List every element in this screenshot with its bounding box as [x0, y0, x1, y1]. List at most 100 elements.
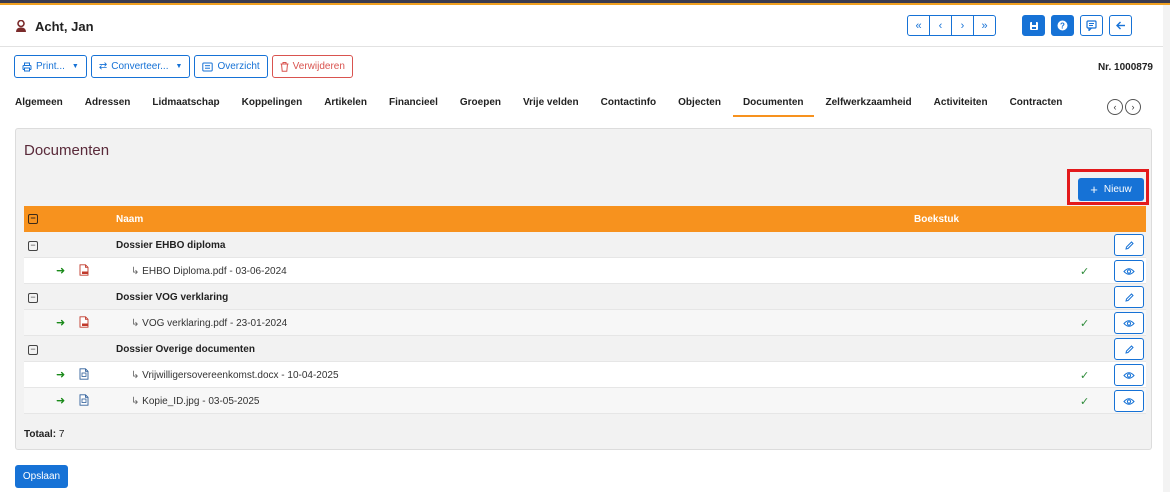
last-record-button[interactable]: » — [973, 15, 996, 36]
page-scrollbar[interactable] — [1163, 5, 1170, 492]
new-document-button[interactable]: + Nieuw — [1078, 178, 1144, 201]
printer-icon — [22, 62, 32, 71]
view-document-button[interactable] — [1114, 390, 1144, 412]
column-header-naam[interactable]: Naam — [116, 214, 143, 225]
document-name[interactable]: ↳ Vrijwilligersovereenkomst.docx - 10-04… — [131, 370, 339, 381]
jpg-file-icon — [79, 394, 89, 409]
docx-file-icon — [79, 368, 89, 383]
delete-label: Verwijderen — [292, 61, 345, 72]
document-row: ➜ ↳ EHBO Diploma.pdf - 03-06-2024 ✓ — [24, 258, 1146, 284]
documents-panel: Documenten + Nieuw − Naam Boekstuk − Doss… — [15, 128, 1152, 450]
total-label: Totaal: — [24, 429, 57, 440]
child-arrow-icon: ↳ — [131, 370, 143, 381]
swap-icon: ⇄ — [98, 61, 108, 72]
edit-dossier-button[interactable] — [1114, 286, 1144, 308]
overview-button[interactable]: Overzicht — [194, 55, 268, 78]
dossier-title: Dossier VOG verklaring — [116, 292, 229, 303]
comment-button[interactable] — [1080, 15, 1103, 36]
arrow-right-icon[interactable]: ➜ — [56, 394, 65, 407]
next-record-button[interactable]: › — [951, 15, 974, 36]
document-label: Vrijwilligersovereenkomst.docx - 10-04-2… — [142, 370, 339, 381]
total-value: 7 — [58, 429, 65, 440]
convert-button[interactable]: ⇄ Converteer... ▼ — [90, 55, 191, 78]
collapse-dossier-toggle[interactable]: − — [28, 291, 38, 303]
help-button[interactable]: ? — [1051, 15, 1074, 36]
page: Acht, Jan « ‹ › » ? Print... ▼ ⇄ Convert… — [0, 5, 1163, 492]
tab-groepen[interactable]: Groepen — [460, 93, 501, 117]
dossier-row: − Dossier EHBO diploma — [24, 232, 1146, 258]
tab-documenten[interactable]: Documenten — [732, 93, 814, 117]
collapse-all-toggle[interactable]: − — [28, 213, 38, 224]
comment-icon — [1086, 20, 1097, 31]
minus-square-icon: − — [28, 213, 38, 224]
delete-button[interactable]: Verwijderen — [271, 55, 353, 78]
edit-dossier-button[interactable] — [1114, 338, 1144, 360]
document-label: Kopie_ID.jpg - 03-05-2025 — [142, 396, 260, 407]
back-button[interactable] — [1109, 15, 1132, 36]
tab-scroll-arrows: ‹ › — [1107, 99, 1141, 115]
tab-zelfwerkzaamheid[interactable]: Zelfwerkzaamheid — [826, 93, 912, 117]
check-icon: ✓ — [1080, 396, 1090, 408]
header-actions: ? — [1016, 15, 1132, 36]
column-header-boekstuk[interactable]: Boekstuk — [914, 214, 959, 225]
save-icon — [1029, 21, 1038, 30]
tab-lidmaatschap[interactable]: Lidmaatschap — [152, 93, 219, 117]
edit-dossier-button[interactable] — [1114, 234, 1144, 256]
view-document-button[interactable] — [1114, 312, 1144, 334]
print-button[interactable]: Print... ▼ — [14, 55, 87, 78]
table-header: − Naam Boekstuk — [24, 206, 1146, 232]
user-icon — [15, 20, 27, 33]
document-name[interactable]: ↳ VOG verklaring.pdf - 23-01-2024 — [131, 318, 287, 329]
tab-algemeen[interactable]: Algemeen — [15, 93, 63, 117]
arrow-right-icon[interactable]: ➜ — [56, 368, 65, 381]
pencil-icon — [1124, 344, 1135, 355]
dossier-row: − Dossier VOG verklaring — [24, 284, 1146, 310]
tab-adressen[interactable]: Adressen — [85, 93, 131, 117]
minus-square-icon: − — [28, 344, 38, 355]
tab-scroll-right-button[interactable]: › — [1125, 99, 1141, 115]
pencil-icon — [1124, 240, 1135, 251]
minus-square-icon: − — [28, 292, 38, 303]
previous-record-button[interactable]: ‹ — [929, 15, 952, 36]
new-label: Nieuw — [1103, 184, 1132, 195]
check-icon: ✓ — [1080, 318, 1090, 330]
collapse-dossier-toggle[interactable]: − — [28, 343, 38, 355]
tab-artikelen[interactable]: Artikelen — [324, 93, 367, 117]
chevron-down-icon: ▼ — [175, 63, 183, 70]
tab-contracten[interactable]: Contracten — [1010, 93, 1063, 117]
record-header: Acht, Jan « ‹ › » ? — [0, 5, 1163, 47]
chevron-right-icon: › — [1131, 102, 1135, 112]
tab-financieel[interactable]: Financieel — [389, 93, 438, 117]
plus-icon: + — [1090, 182, 1098, 197]
tab-activiteiten[interactable]: Activiteiten — [934, 93, 988, 117]
tab-vrije-velden[interactable]: Vrije velden — [523, 93, 579, 117]
eye-icon — [1123, 371, 1135, 380]
dossier-row: − Dossier Overige documenten — [24, 336, 1146, 362]
arrow-right-icon[interactable]: ➜ — [56, 316, 65, 329]
check-icon: ✓ — [1080, 370, 1090, 382]
first-record-button[interactable]: « — [907, 15, 930, 36]
view-document-button[interactable] — [1114, 260, 1144, 282]
collapse-dossier-toggle[interactable]: − — [28, 239, 38, 251]
tab-koppelingen[interactable]: Koppelingen — [242, 93, 303, 117]
document-name[interactable]: ↳ Kopie_ID.jpg - 03-05-2025 — [131, 396, 259, 407]
save-button[interactable]: Opslaan — [15, 465, 68, 488]
document-name[interactable]: ↳ EHBO Diploma.pdf - 03-06-2024 — [131, 266, 287, 277]
save-icon-button[interactable] — [1022, 15, 1045, 36]
tab-objecten[interactable]: Objecten — [678, 93, 721, 117]
minus-square-icon: − — [28, 240, 38, 251]
view-document-button[interactable] — [1114, 364, 1144, 386]
eye-icon — [1123, 267, 1135, 276]
tab-contactinfo[interactable]: Contactinfo — [601, 93, 657, 117]
check-icon: ✓ — [1080, 266, 1090, 278]
tab-scroll-left-button[interactable]: ‹ — [1107, 99, 1123, 115]
arrow-right-icon[interactable]: ➜ — [56, 264, 65, 277]
child-arrow-icon: ↳ — [131, 318, 143, 329]
eye-icon — [1123, 397, 1135, 406]
document-row: ➜ ↳ Kopie_ID.jpg - 03-05-2025 ✓ — [24, 388, 1146, 414]
table-body: − Dossier EHBO diploma ➜ ↳ EHBO Diploma.pdf… — [24, 232, 1146, 414]
document-label: VOG verklaring.pdf - 23-01-2024 — [142, 318, 288, 329]
list-card-icon — [202, 62, 214, 71]
eye-icon — [1123, 319, 1135, 328]
total-count: Totaal: 7 — [24, 429, 64, 440]
